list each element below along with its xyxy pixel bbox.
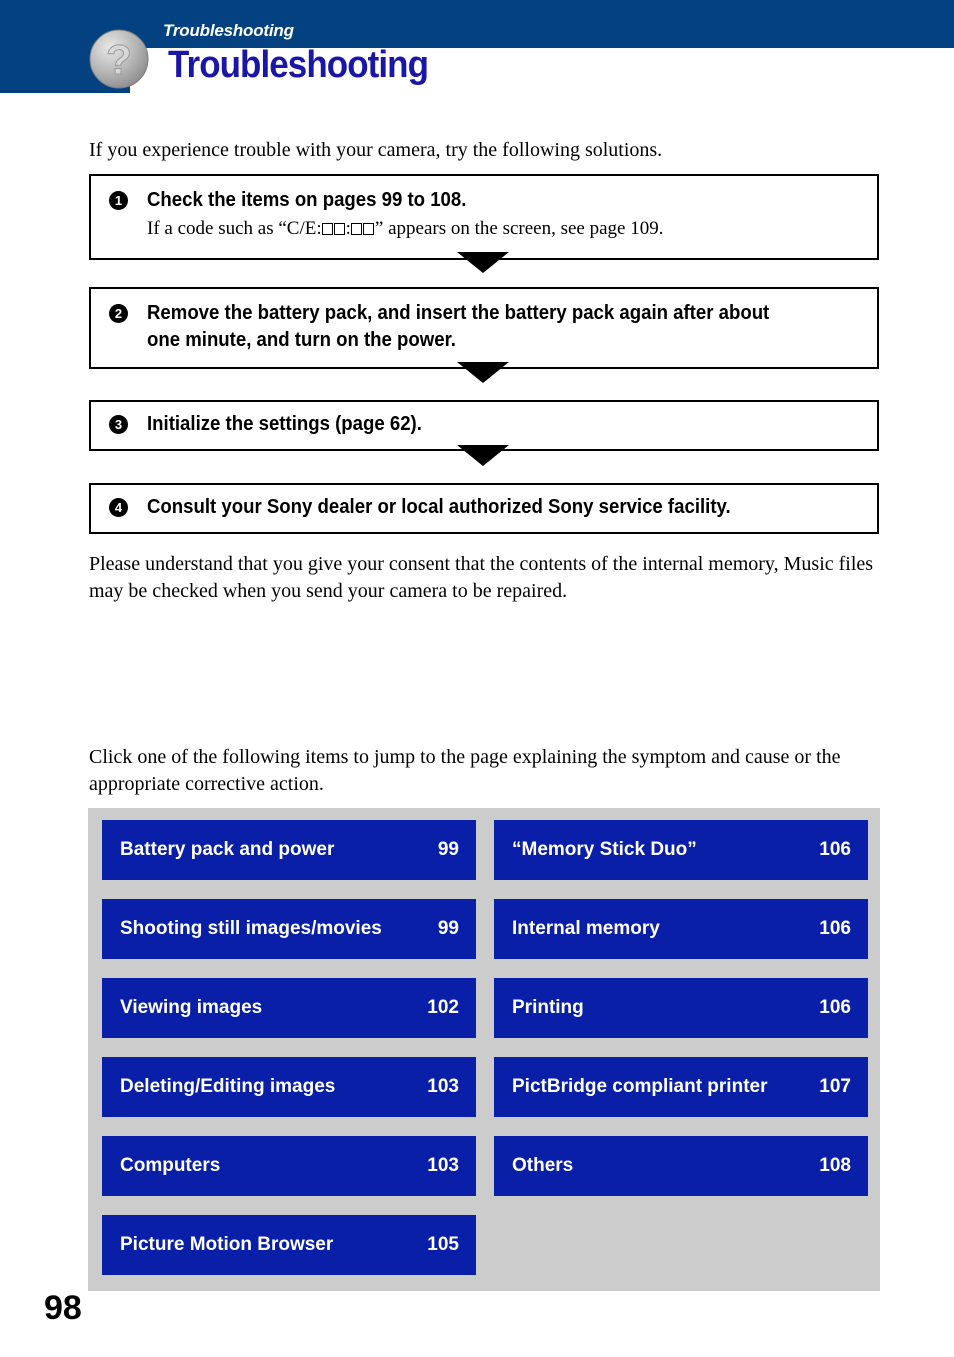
link-label: PictBridge compliant printer [512,1076,768,1097]
placeholder-box-icon [351,223,363,235]
link-page-number: 102 [427,997,459,1018]
link-grid-empty-slot [494,1215,868,1275]
link-deleting-editing-images[interactable]: Deleting/Editing images 103 [102,1057,476,1117]
step-number-3: 3 [109,415,128,434]
link-label: Battery pack and power [120,839,335,860]
link-label: Shooting still images/movies [120,918,382,939]
link-page-number: 99 [437,839,459,860]
link-panel: Battery pack and power 99 “Memory Stick … [88,808,880,1291]
link-page-number: 106 [819,997,851,1018]
link-computers[interactable]: Computers 103 [102,1136,476,1196]
jump-instructions-paragraph: Click one of the following items to jump… [89,746,841,795]
link-shooting-still-images-movies[interactable]: Shooting still images/movies 99 [102,899,476,959]
step-subtext-1: If a code such as “C/E:: ” appears on the… [147,218,663,240]
link-label: Others [512,1155,574,1176]
link-label: “Memory Stick Duo” [512,839,697,860]
intro-text: If you experience trouble with your came… [89,139,663,161]
link-label: Viewing images [120,997,263,1018]
link-others[interactable]: Others 108 [494,1136,868,1196]
link-grid: Battery pack and power 99 “Memory Stick … [102,820,868,1275]
link-label: Picture Motion Browser [120,1234,334,1255]
step-number-2: 2 [109,304,128,323]
link-page-number: 106 [819,918,851,939]
placeholder-box-icon [363,223,375,235]
link-label: Computers [120,1155,221,1176]
link-page-number: 99 [437,918,459,939]
step-subtext-1-prefix: If a code such as “C/E: [147,218,322,239]
step-box-2: 2 Remove the battery pack, and insert th… [89,287,879,369]
link-label: Printing [512,997,584,1018]
link-memory-stick-duo[interactable]: “Memory Stick Duo” 106 [494,820,868,880]
link-internal-memory[interactable]: Internal memory 106 [494,899,868,959]
link-page-number: 103 [427,1155,459,1176]
step-subtext-1-mid: : [345,218,351,239]
link-picture-motion-browser[interactable]: Picture Motion Browser 105 [102,1215,476,1275]
step-box-1: 1 Check the items on pages 99 to 108. If… [89,174,879,260]
step-box-4: 4 Consult your Sony dealer or local auth… [89,483,879,534]
link-viewing-images[interactable]: Viewing images 102 [102,978,476,1038]
link-page-number: 103 [427,1076,459,1097]
placeholder-box-icon [322,223,334,235]
link-page-number: 107 [819,1076,851,1097]
step-box-3: 3 Initialize the settings (page 62). [89,400,879,451]
flow-arrow-down-icon [457,252,509,273]
link-label: Internal memory [512,918,660,939]
page-number: 98 [44,1289,82,1327]
step-number-1: 1 [109,191,128,210]
link-page-number: 105 [427,1234,459,1255]
header-eyebrow: Troubleshooting [163,21,294,40]
link-pictbridge-compliant-printer[interactable]: PictBridge compliant printer 107 [494,1057,868,1117]
flow-arrow-down-icon [457,362,509,383]
step-heading-2: Remove the battery pack, and insert the … [147,302,770,351]
step-heading-1: Check the items on pages 99 to 108. [147,189,467,211]
link-page-number: 108 [819,1155,851,1176]
consent-paragraph: Please understand that you give your con… [89,553,874,602]
link-battery-pack-and-power[interactable]: Battery pack and power 99 [102,820,476,880]
step-number-4: 4 [109,498,128,517]
page-title: Troubleshooting [168,44,429,86]
flow-arrow-down-icon [457,445,509,466]
link-label: Deleting/Editing images [120,1076,336,1097]
step-subtext-1-suffix: ” appears on the screen, see page 109. [374,218,664,239]
step-heading-4: Consult your Sony dealer or local author… [147,496,731,518]
link-page-number: 106 [819,839,851,860]
step-heading-3: Initialize the settings (page 62). [147,413,422,435]
placeholder-box-icon [334,223,346,235]
svg-text:?: ? [106,36,132,83]
link-printing[interactable]: Printing 106 [494,978,868,1038]
question-mark-circle-icon: ? [88,28,150,90]
